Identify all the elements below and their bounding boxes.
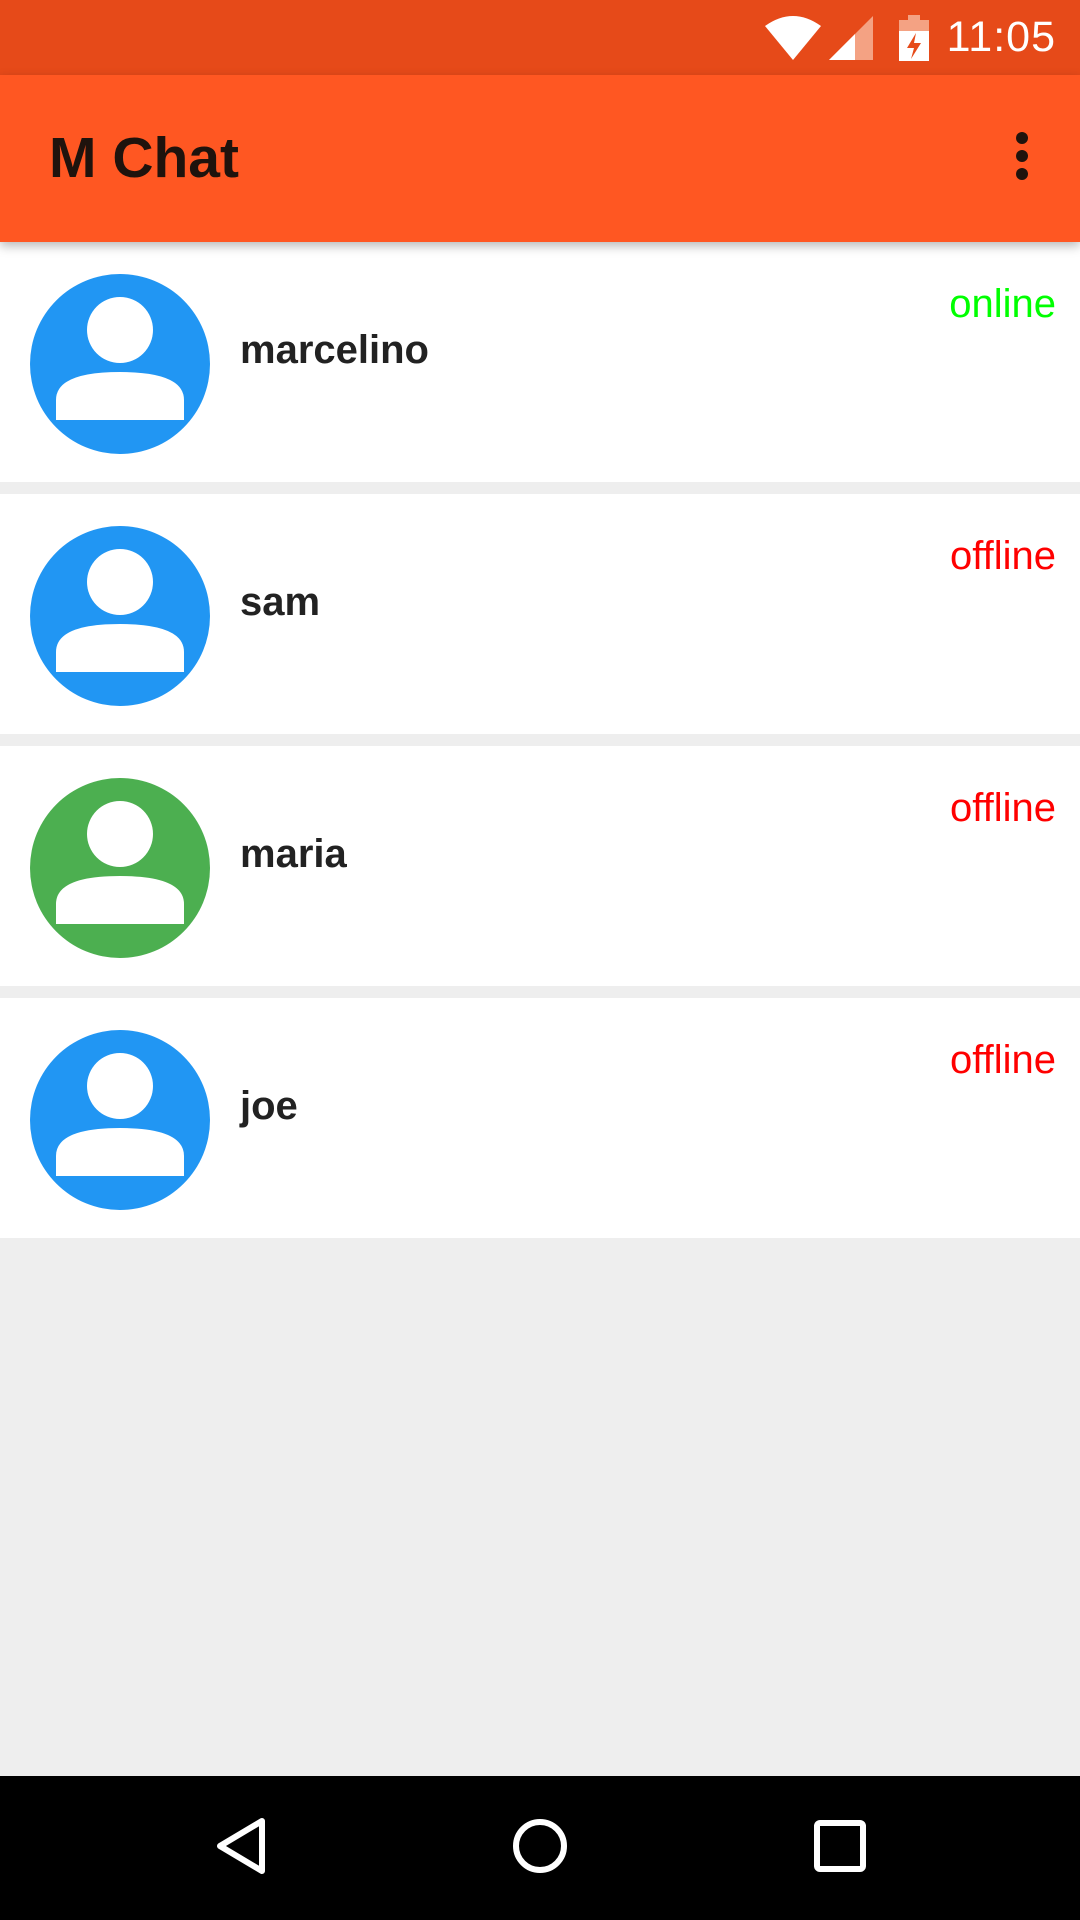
navigation-bar	[0, 1776, 1080, 1920]
contact-name: sam	[240, 580, 321, 624]
contact-status: offline	[949, 1038, 1056, 1082]
app-bar: M Chat	[0, 75, 1080, 242]
home-icon	[510, 1816, 570, 1881]
cell-signal-icon	[828, 15, 873, 60]
contact-status: offline	[949, 534, 1056, 578]
contact-name: maria	[240, 832, 347, 876]
contact-row-joe[interactable]: joe offline	[0, 998, 1080, 1238]
app-title: M Chat	[49, 126, 239, 190]
contact-row-marcelino[interactable]: marcelino online	[0, 242, 1080, 482]
contact-name: marcelino	[240, 328, 429, 372]
contact-list: marcelino online sam offline maria offli…	[0, 242, 1080, 1250]
contact-row-sam[interactable]: sam offline	[0, 494, 1080, 734]
avatar	[30, 526, 210, 706]
avatar	[30, 1030, 210, 1210]
recents-button[interactable]	[768, 1776, 912, 1920]
status-time: 11:05	[946, 13, 1056, 61]
back-icon	[210, 1816, 270, 1881]
contact-name: joe	[240, 1084, 298, 1128]
avatar	[30, 778, 210, 958]
home-button[interactable]	[468, 1776, 612, 1920]
status-icons: 11:05	[764, 0, 1056, 75]
avatar	[30, 274, 210, 454]
person-icon	[30, 778, 210, 958]
back-button[interactable]	[168, 1776, 312, 1920]
person-icon	[30, 274, 210, 454]
contact-status: offline	[949, 786, 1056, 830]
battery-charging-icon	[898, 14, 929, 61]
recents-icon	[812, 1818, 868, 1879]
status-bar: 11:05	[0, 0, 1080, 75]
overflow-menu-button[interactable]	[994, 115, 1050, 201]
contact-row-maria[interactable]: maria offline	[0, 746, 1080, 986]
person-icon	[30, 1030, 210, 1210]
wifi-icon	[764, 15, 821, 60]
person-icon	[30, 526, 210, 706]
more-vert-icon	[1015, 131, 1029, 186]
contact-status: online	[949, 282, 1056, 326]
